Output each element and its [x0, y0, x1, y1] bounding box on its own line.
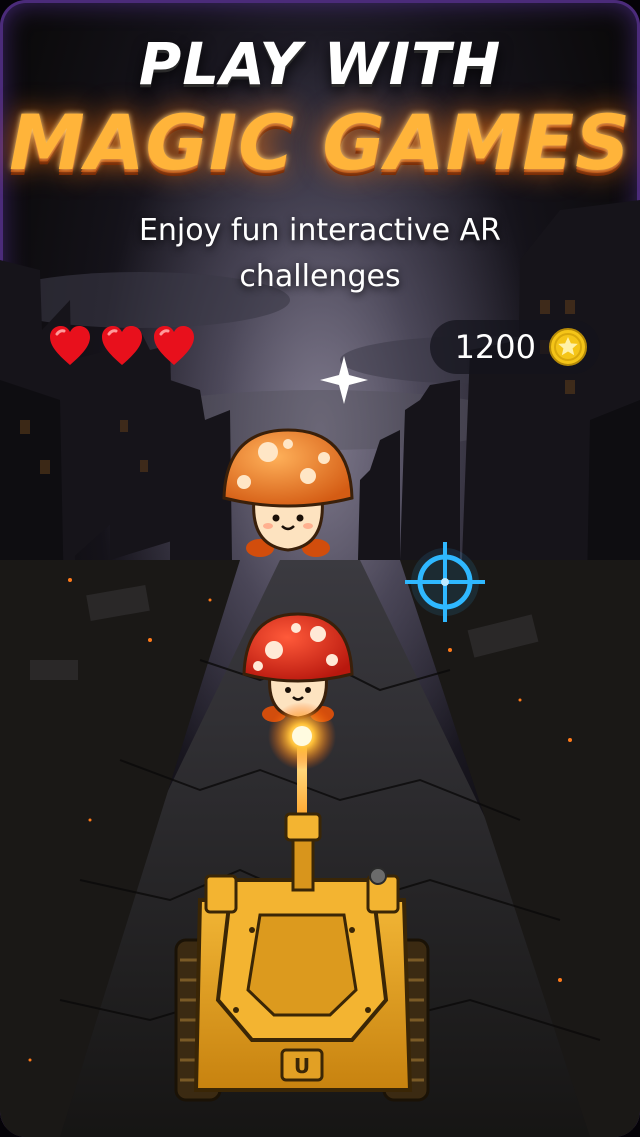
- game-screen: U PLAY WITH MAGIC GAMES Enjoy fun intera…: [0, 0, 640, 1137]
- subtitle: Enjoy fun interactive AR challenges: [138, 213, 502, 294]
- score-value: 1200: [454, 328, 536, 366]
- score-pill: 1200: [430, 320, 600, 374]
- heart-icon: [102, 326, 142, 365]
- heart-icon: [50, 326, 90, 365]
- heart-icon: [154, 326, 194, 365]
- tank-badge: U: [294, 1054, 310, 1078]
- headline-line-2: MAGIC GAMES: [9, 98, 631, 187]
- lives-indicator: [48, 325, 196, 367]
- headline-line-1: PLAY WITH: [138, 30, 502, 98]
- coin-icon: [549, 328, 587, 366]
